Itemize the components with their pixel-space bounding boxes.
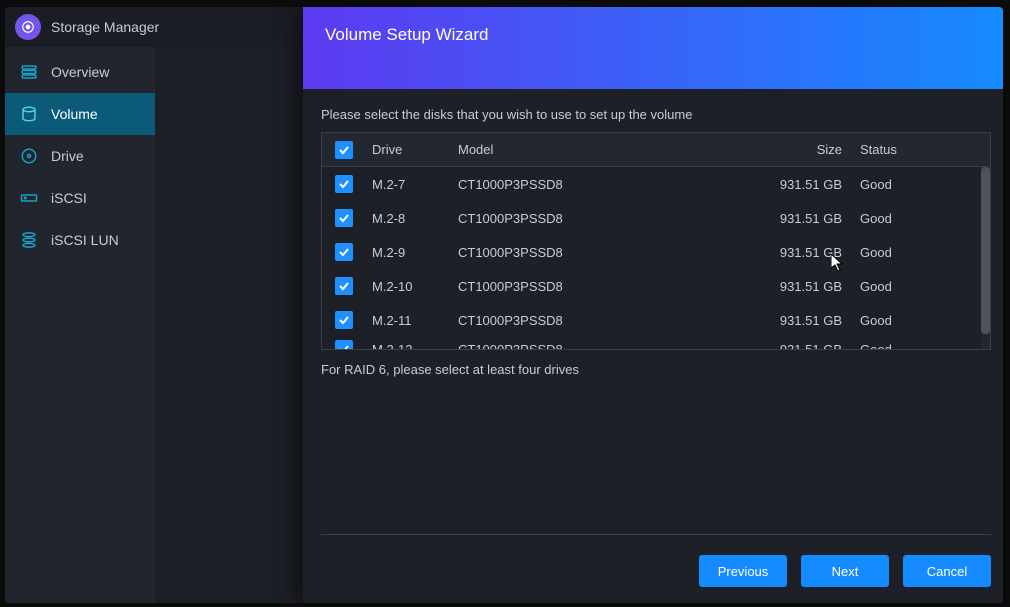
iscsi-lun-icon bbox=[19, 230, 39, 250]
wizard-instruction: Please select the disks that you wish to… bbox=[321, 107, 991, 122]
table-body: M.2-7 CT1000P3PSSD8 931.51 GB Good M.2-8… bbox=[322, 167, 990, 349]
sidebar-item-iscsi[interactable]: iSCSI bbox=[5, 177, 155, 219]
cell-size: 931.51 GB bbox=[754, 211, 854, 226]
col-header-drive[interactable]: Drive bbox=[366, 142, 452, 157]
wizard-header: Volume Setup Wizard bbox=[303, 7, 1003, 89]
overview-icon bbox=[19, 62, 39, 82]
content: 0 TB % Volume Setup Wizard Please select… bbox=[155, 47, 1003, 603]
row-checkbox[interactable] bbox=[335, 277, 353, 295]
sidebar-item-label: iSCSI bbox=[51, 190, 87, 206]
cell-model: CT1000P3PSSD8 bbox=[452, 211, 754, 226]
wizard-title: Volume Setup Wizard bbox=[325, 25, 488, 45]
sidebar-item-label: iSCSI LUN bbox=[51, 232, 119, 248]
sidebar-item-label: Overview bbox=[51, 64, 109, 80]
table-row[interactable]: M.2-7 CT1000P3PSSD8 931.51 GB Good bbox=[322, 167, 990, 201]
cell-size: 931.51 GB bbox=[754, 279, 854, 294]
cell-status: Good bbox=[854, 279, 940, 294]
row-checkbox[interactable] bbox=[335, 311, 353, 329]
table-row[interactable]: M.2-8 CT1000P3PSSD8 931.51 GB Good bbox=[322, 201, 990, 235]
volume-setup-wizard: Volume Setup Wizard Please select the di… bbox=[303, 7, 1003, 603]
cancel-button[interactable]: Cancel bbox=[903, 555, 991, 587]
wizard-footer: Previous Next Cancel bbox=[303, 518, 1003, 603]
cell-drive: M.2-7 bbox=[366, 177, 452, 192]
cell-status: Good bbox=[854, 211, 940, 226]
sidebar-item-drive[interactable]: Drive bbox=[5, 135, 155, 177]
main-area: Overview Volume Drive iSCSI bbox=[5, 47, 1003, 603]
scroll-thumb[interactable] bbox=[981, 167, 990, 334]
cell-model: CT1000P3PSSD8 bbox=[452, 177, 754, 192]
drive-icon bbox=[19, 146, 39, 166]
cell-status: Good bbox=[854, 177, 940, 192]
row-checkbox[interactable] bbox=[335, 175, 353, 193]
disk-table: Drive Model Size Status M.2-7 CT1000P3PS… bbox=[321, 132, 991, 350]
sidebar-item-iscsi-lun[interactable]: iSCSI LUN bbox=[5, 219, 155, 261]
cell-size: 931.51 GB bbox=[754, 245, 854, 260]
cell-drive: M.2-9 bbox=[366, 245, 452, 260]
volume-icon bbox=[19, 104, 39, 124]
cell-status: Good bbox=[854, 313, 940, 328]
cell-drive: M.2-11 bbox=[366, 313, 452, 328]
cell-model: CT1000P3PSSD8 bbox=[452, 245, 754, 260]
raid-hint: For RAID 6, please select at least four … bbox=[321, 362, 991, 377]
cell-status: Good bbox=[854, 245, 940, 260]
cell-size: 931.51 GB bbox=[754, 342, 854, 350]
sidebar-item-overview[interactable]: Overview bbox=[5, 51, 155, 93]
row-checkbox[interactable] bbox=[335, 340, 353, 349]
table-row[interactable]: M.2-11 CT1000P3PSSD8 931.51 GB Good bbox=[322, 303, 990, 337]
col-header-size[interactable]: Size bbox=[754, 142, 854, 157]
cell-model: CT1000P3PSSD8 bbox=[452, 313, 754, 328]
cell-model: CT1000P3PSSD8 bbox=[452, 342, 754, 350]
select-all-checkbox[interactable] bbox=[335, 141, 353, 159]
cell-drive: M.2-12 bbox=[366, 342, 452, 350]
table-row[interactable]: M.2-9 CT1000P3PSSD8 931.51 GB Good bbox=[322, 235, 990, 269]
cell-model: CT1000P3PSSD8 bbox=[452, 279, 754, 294]
table-row[interactable]: M.2-10 CT1000P3PSSD8 931.51 GB Good bbox=[322, 269, 990, 303]
cell-status: Good bbox=[854, 342, 940, 350]
wizard-buttons: Previous Next Cancel bbox=[321, 555, 991, 587]
sidebar: Overview Volume Drive iSCSI bbox=[5, 47, 155, 603]
sidebar-item-label: Volume bbox=[51, 106, 98, 122]
next-button[interactable]: Next bbox=[801, 555, 889, 587]
row-checkbox[interactable] bbox=[335, 209, 353, 227]
cell-drive: M.2-8 bbox=[366, 211, 452, 226]
footer-divider bbox=[321, 534, 991, 535]
col-header-status[interactable]: Status bbox=[854, 142, 940, 157]
row-checkbox[interactable] bbox=[335, 243, 353, 261]
sidebar-item-label: Drive bbox=[51, 148, 84, 164]
col-header-model[interactable]: Model bbox=[452, 142, 754, 157]
previous-button[interactable]: Previous bbox=[699, 555, 787, 587]
cell-size: 931.51 GB bbox=[754, 313, 854, 328]
app-title: Storage Manager bbox=[51, 19, 159, 35]
app-window: Storage Manager ? — ▢ ✕ Overview Volume bbox=[5, 7, 1003, 603]
table-row[interactable]: M.2-12 CT1000P3PSSD8 931.51 GB Good bbox=[322, 337, 990, 349]
iscsi-icon bbox=[19, 188, 39, 208]
wizard-body: Please select the disks that you wish to… bbox=[303, 89, 1003, 518]
cell-size: 931.51 GB bbox=[754, 177, 854, 192]
sidebar-item-volume[interactable]: Volume bbox=[5, 93, 155, 135]
table-header: Drive Model Size Status bbox=[322, 133, 990, 167]
cell-drive: M.2-10 bbox=[366, 279, 452, 294]
app-icon bbox=[15, 14, 41, 40]
table-scrollbar[interactable] bbox=[981, 167, 990, 349]
